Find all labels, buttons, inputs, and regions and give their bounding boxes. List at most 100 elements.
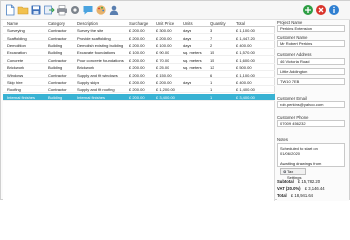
project-name-field[interactable]: Perkins Extension bbox=[277, 25, 345, 32]
row-category-cell: Contractor bbox=[48, 35, 67, 41]
chat-icon[interactable] bbox=[82, 4, 94, 16]
row-category-cell: Contractor bbox=[48, 72, 67, 78]
table-row[interactable]: Concrete Contractor Pour concrete foundati… bbox=[3, 57, 275, 64]
settings-icon[interactable] bbox=[69, 4, 81, 16]
vat-label: VAT (20.0%) bbox=[277, 186, 301, 191]
row-quantity-cell: 12 bbox=[210, 65, 215, 71]
save-icon[interactable] bbox=[30, 4, 42, 16]
row-category-cell: Contractor bbox=[48, 57, 67, 63]
palette-icon[interactable] bbox=[95, 4, 107, 16]
new-file-icon[interactable] bbox=[4, 4, 16, 16]
table-row[interactable]: Brickwork Building Brickwork £ 200.00 £ 25.0… bbox=[3, 64, 275, 71]
row-unit-price-cell: £ 100.00 bbox=[156, 43, 172, 49]
row-total-cell: £ 500.00 bbox=[236, 65, 252, 71]
row-total-cell: £ 1,570.00 bbox=[236, 50, 255, 56]
row-category-cell: Building bbox=[48, 43, 63, 49]
row-unit-price-cell: £ 3,400.00 bbox=[156, 94, 175, 100]
col-header-unit-price[interactable]: Unit Price bbox=[156, 21, 174, 26]
address-line-1-field[interactable]: 46 Victoria Road bbox=[277, 58, 345, 65]
row-total-cell: £ 3,400.00 bbox=[236, 94, 255, 100]
row-surcharge-cell: £ 200.00 bbox=[129, 94, 145, 100]
customer-phone-field[interactable]: 07009 456232 bbox=[277, 120, 345, 127]
table-row[interactable]: Demolition Building Demolish existing buil… bbox=[3, 42, 275, 49]
toolbar bbox=[1, 1, 350, 20]
row-quantity-cell: 15 bbox=[210, 50, 215, 56]
row-name-cell: Scaffolding bbox=[7, 35, 27, 41]
row-category-cell: Contractor bbox=[48, 28, 67, 34]
row-quantity-cell: 1 bbox=[210, 87, 213, 93]
row-units-cell: days bbox=[183, 43, 192, 49]
row-category-cell: Building bbox=[48, 50, 63, 56]
table-header: Name Category Description Surcharge Unit… bbox=[3, 20, 275, 27]
print-icon[interactable] bbox=[56, 4, 68, 16]
row-total-cell: £ 1,100.00 bbox=[236, 72, 255, 78]
row-unit-price-cell: £ 70.00 bbox=[156, 57, 170, 63]
row-name-cell: Brickwork bbox=[7, 65, 25, 71]
row-unit-price-cell: £ 150.00 bbox=[156, 72, 172, 78]
row-total-cell: £ 400.00 bbox=[236, 43, 252, 49]
remove-icon[interactable] bbox=[315, 4, 327, 16]
gear-icon bbox=[282, 170, 286, 174]
row-name-cell: Concrete bbox=[7, 57, 24, 63]
row-total-cell: £ 1,447.20 bbox=[236, 35, 255, 41]
row-surcharge-cell: £ 200.00 bbox=[129, 87, 145, 93]
table-row[interactable]: Excavation Building Excavate foundations £ … bbox=[3, 49, 275, 57]
row-units-cell: days bbox=[183, 35, 192, 41]
row-surcharge-cell: £ 200.00 bbox=[129, 43, 145, 49]
row-surcharge-cell: £ 100.00 bbox=[129, 50, 145, 56]
col-header-units[interactable]: Units bbox=[183, 21, 193, 26]
col-header-total[interactable]: Total bbox=[236, 21, 245, 26]
customer-name-field[interactable]: Mr Robert Perkins bbox=[277, 40, 345, 47]
col-header-name[interactable]: Name bbox=[7, 21, 18, 26]
table-row[interactable]: Scaffolding Contractor Provide scaffolding… bbox=[3, 34, 275, 42]
row-description-cell: Excavate foundations bbox=[77, 50, 116, 56]
customer-address-label: Customer Address bbox=[277, 52, 312, 57]
row-surcharge-cell: £ 200.00 bbox=[129, 57, 145, 63]
table-row[interactable]: Skip hire Contractor Supply skips £ 200.00 £… bbox=[3, 79, 275, 86]
col-header-category[interactable]: Category bbox=[48, 21, 65, 26]
address-line-2-field[interactable]: Little Addington bbox=[277, 68, 345, 75]
notes-textarea[interactable]: Scheduled to start on 01/06/2020 Awaitin… bbox=[277, 143, 345, 167]
row-surcharge-cell: £ 200.00 bbox=[129, 28, 145, 34]
grand-total-line: Total £ 18,941.64 bbox=[277, 193, 313, 198]
row-name-cell: Windows bbox=[7, 72, 24, 78]
open-folder-icon[interactable] bbox=[17, 4, 29, 16]
tax-settings-button[interactable]: Tax Settings bbox=[280, 168, 306, 180]
notes-line: Awaiting drawings from bbox=[280, 161, 322, 166]
row-surcharge-cell: £ 200.00 bbox=[129, 35, 145, 41]
row-name-cell: Roofing bbox=[7, 87, 21, 93]
table-row[interactable]: Windows Contractor Supply and fit windows £… bbox=[3, 71, 275, 79]
row-quantity-cell: 3 bbox=[210, 28, 213, 34]
row-unit-price-cell: £ 200.00 bbox=[156, 35, 172, 41]
col-header-quantity[interactable]: Quantity bbox=[210, 21, 226, 26]
row-units-cell: days bbox=[183, 80, 192, 86]
project-details-panel: Project Name Perkins Extension Customer … bbox=[277, 20, 349, 201]
col-header-description[interactable]: Description bbox=[77, 21, 98, 26]
customer-email-field[interactable]: rob.perkins@yahoo.com bbox=[277, 101, 345, 108]
add-icon[interactable] bbox=[302, 4, 314, 16]
row-unit-price-cell: £ 200.00 bbox=[156, 80, 172, 86]
row-quantity-cell: 2 bbox=[210, 43, 213, 49]
row-units-cell: sq. meters bbox=[183, 57, 202, 63]
app-window: Name Category Description Surcharge Unit… bbox=[0, 0, 350, 201]
row-description-cell: Demolish existing building bbox=[77, 43, 124, 49]
row-description-cell: Brickwork bbox=[77, 65, 95, 71]
row-category-cell: Building bbox=[48, 94, 63, 100]
grand-total-label: Total bbox=[277, 193, 287, 198]
row-unit-price-cell: £ 1,200.00 bbox=[156, 87, 175, 93]
vat-value: £ 3,146.44 bbox=[304, 186, 325, 191]
row-description-cell: Supply and fit roofing bbox=[77, 87, 115, 93]
table-row[interactable]: Surveying Contractor Survey the site £ 200.… bbox=[3, 27, 275, 34]
export-icon[interactable] bbox=[43, 4, 55, 16]
user-icon[interactable] bbox=[108, 4, 120, 16]
row-total-cell: £ 1,600.00 bbox=[236, 57, 255, 63]
table-row[interactable]: Roofing Contractor Supply and fit roofing £… bbox=[3, 86, 275, 94]
info-icon[interactable] bbox=[328, 4, 340, 16]
row-description-cell: Provide scaffolding bbox=[77, 35, 111, 41]
address-line-3-field[interactable]: TW10 7EB bbox=[277, 78, 345, 85]
col-header-surcharge[interactable]: Surcharge bbox=[129, 21, 148, 26]
table-row[interactable]: Internal finishes Building Internal finish… bbox=[3, 93, 275, 101]
row-surcharge-cell: £ 200.00 bbox=[129, 65, 145, 71]
row-category-cell: Contractor bbox=[48, 87, 67, 93]
row-quantity-cell: 1 bbox=[210, 80, 213, 86]
